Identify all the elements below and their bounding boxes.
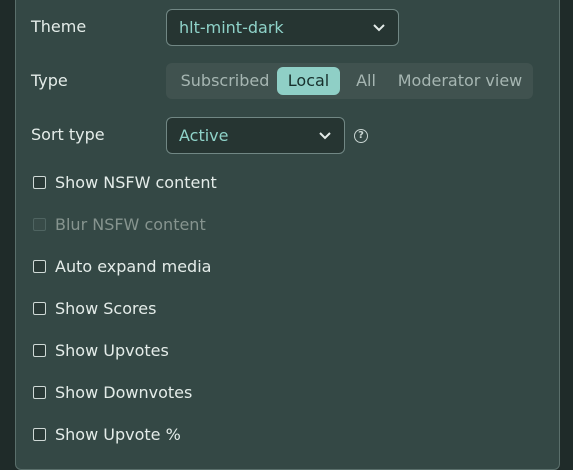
type-option-all[interactable]: All [346,67,386,95]
type-option-subscribed[interactable]: Subscribed [174,67,276,95]
type-option-local[interactable]: Local [277,67,340,95]
show-scores-checkbox[interactable] [33,301,46,315]
show-scores-option[interactable]: Show Scores [33,298,156,318]
show-scores-label: Show Scores [55,298,157,318]
blur-nsfw-content-label: Blur NSFW content [55,214,206,234]
theme-label: Theme [31,17,87,36]
show-upvotes-option[interactable]: Show Upvotes [33,340,169,360]
theme-select-value: hlt-mint-dark [179,18,284,37]
show-nsfw-content-label: Show NSFW content [55,172,217,192]
theme-select[interactable]: hlt-mint-dark [166,9,399,46]
show-downvotes-option[interactable]: Show Downvotes [33,382,192,402]
show-upvotes-label: Show Upvotes [55,340,169,360]
auto-expand-media-option[interactable]: Auto expand media [33,256,211,276]
chevron-down-icon [319,131,331,139]
auto-expand-media-checkbox[interactable] [33,259,46,273]
auto-expand-media-label: Auto expand media [55,256,212,276]
blur-nsfw-content-option: Blur NSFW content [33,214,206,234]
show-upvote-percent-option[interactable]: Show Upvote % [33,424,181,444]
show-nsfw-content-option[interactable]: Show NSFW content [33,172,217,192]
show-downvotes-label: Show Downvotes [55,382,193,402]
chevron-down-icon [373,23,385,31]
show-nsfw-content-checkbox[interactable] [33,175,46,189]
sort-type-select[interactable]: Active [166,117,345,154]
help-icon[interactable]: ? [354,129,368,143]
type-option-moderator-view[interactable]: Moderator view [395,67,525,95]
type-segmented-control: Subscribed Local All Moderator view [166,63,533,99]
show-upvote-percent-label: Show Upvote % [55,424,181,444]
blur-nsfw-content-checkbox [33,217,46,231]
sort-type-label: Sort type [31,125,105,144]
show-upvote-percent-checkbox[interactable] [33,427,46,441]
sort-type-select-value: Active [179,126,229,145]
show-downvotes-checkbox[interactable] [33,385,46,399]
type-label: Type [31,71,68,90]
show-upvotes-checkbox[interactable] [33,343,46,357]
